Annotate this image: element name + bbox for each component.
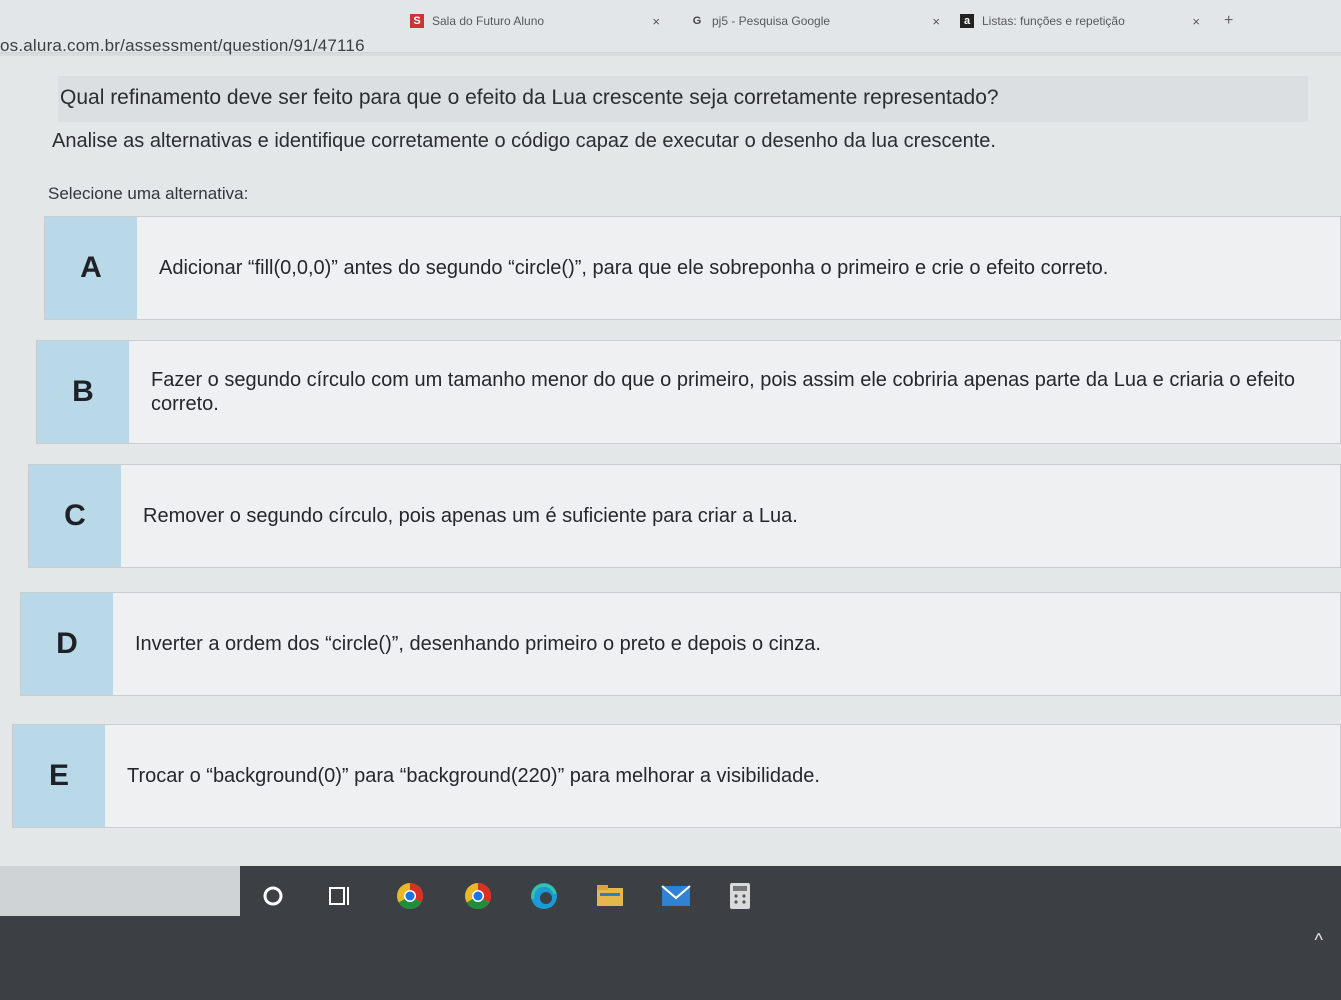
- assessment-page: Qual refinamento deve ser feito para que…: [0, 56, 1341, 866]
- option-letter: D: [21, 593, 113, 695]
- option-text: Adicionar “fill(0,0,0)” antes do segundo…: [159, 257, 1109, 279]
- option-a[interactable]: A Adicionar “fill(0,0,0)” antes do segun…: [44, 216, 1341, 320]
- windows-taskbar: ^: [0, 866, 1341, 1000]
- sala-futuro-favicon-icon: S: [410, 14, 424, 28]
- option-c[interactable]: C Remover o segundo círculo, pois apenas…: [28, 464, 1341, 568]
- calculator-icon[interactable]: [722, 878, 758, 914]
- option-text: Remover o segundo círculo, pois apenas u…: [143, 505, 798, 527]
- mail-icon[interactable]: [658, 878, 694, 914]
- taskbar-search-area[interactable]: [0, 866, 240, 916]
- chrome-icon[interactable]: [460, 878, 496, 914]
- option-letter: C: [29, 465, 121, 567]
- google-favicon-icon: G: [692, 15, 702, 27]
- option-d[interactable]: D Inverter a ordem dos “circle()”, desen…: [20, 592, 1341, 696]
- tab-label: Sala do Futuro Aluno: [432, 14, 545, 28]
- close-tab-icon[interactable]: ×: [652, 14, 660, 29]
- alura-favicon-icon: a: [960, 14, 974, 28]
- system-tray-chevron-icon[interactable]: ^: [1315, 930, 1323, 951]
- task-view-icon[interactable]: [322, 878, 358, 914]
- file-explorer-icon[interactable]: [592, 878, 628, 914]
- tab-label: Listas: funções e repetição: [982, 14, 1125, 28]
- address-bar-url[interactable]: os.alura.com.br/assessment/question/91/4…: [0, 36, 365, 56]
- tab-listas[interactable]: a Listas: funções e repetição ×: [960, 4, 1200, 38]
- option-letter: E: [13, 725, 105, 827]
- cortana-icon[interactable]: [255, 878, 291, 914]
- option-text: Trocar o “background(0)” para “backgroun…: [127, 765, 820, 787]
- new-tab-button[interactable]: +: [1224, 12, 1233, 30]
- tab-google-search[interactable]: G pj5 - Pesquisa Google ×: [690, 4, 940, 38]
- select-alternative-label: Selecione uma alternativa:: [48, 184, 249, 203]
- option-text: Inverter a ordem dos “circle()”, desenha…: [135, 633, 821, 655]
- tab-label: pj5 - Pesquisa Google: [712, 14, 831, 28]
- option-letter: A: [45, 217, 137, 319]
- option-e[interactable]: E Trocar o “background(0)” para “backgro…: [12, 724, 1341, 828]
- option-b[interactable]: B Fazer o segundo círculo com um tamanho…: [36, 340, 1341, 444]
- question-instruction: Analise as alternativas e identifique co…: [52, 130, 996, 152]
- edge-icon[interactable]: [526, 878, 562, 914]
- chrome-icon[interactable]: [392, 878, 428, 914]
- option-letter: B: [37, 341, 129, 443]
- close-tab-icon[interactable]: ×: [932, 14, 940, 29]
- close-tab-icon[interactable]: ×: [1192, 14, 1200, 29]
- question-title: Qual refinamento deve ser feito para que…: [60, 86, 999, 109]
- tab-sala-do-futuro[interactable]: S Sala do Futuro Aluno ×: [410, 4, 660, 38]
- browser-tab-strip: S Sala do Futuro Aluno × G pj5 - Pesquis…: [0, 0, 1341, 56]
- option-text: Fazer o segundo círculo com um tamanho m…: [151, 369, 1295, 415]
